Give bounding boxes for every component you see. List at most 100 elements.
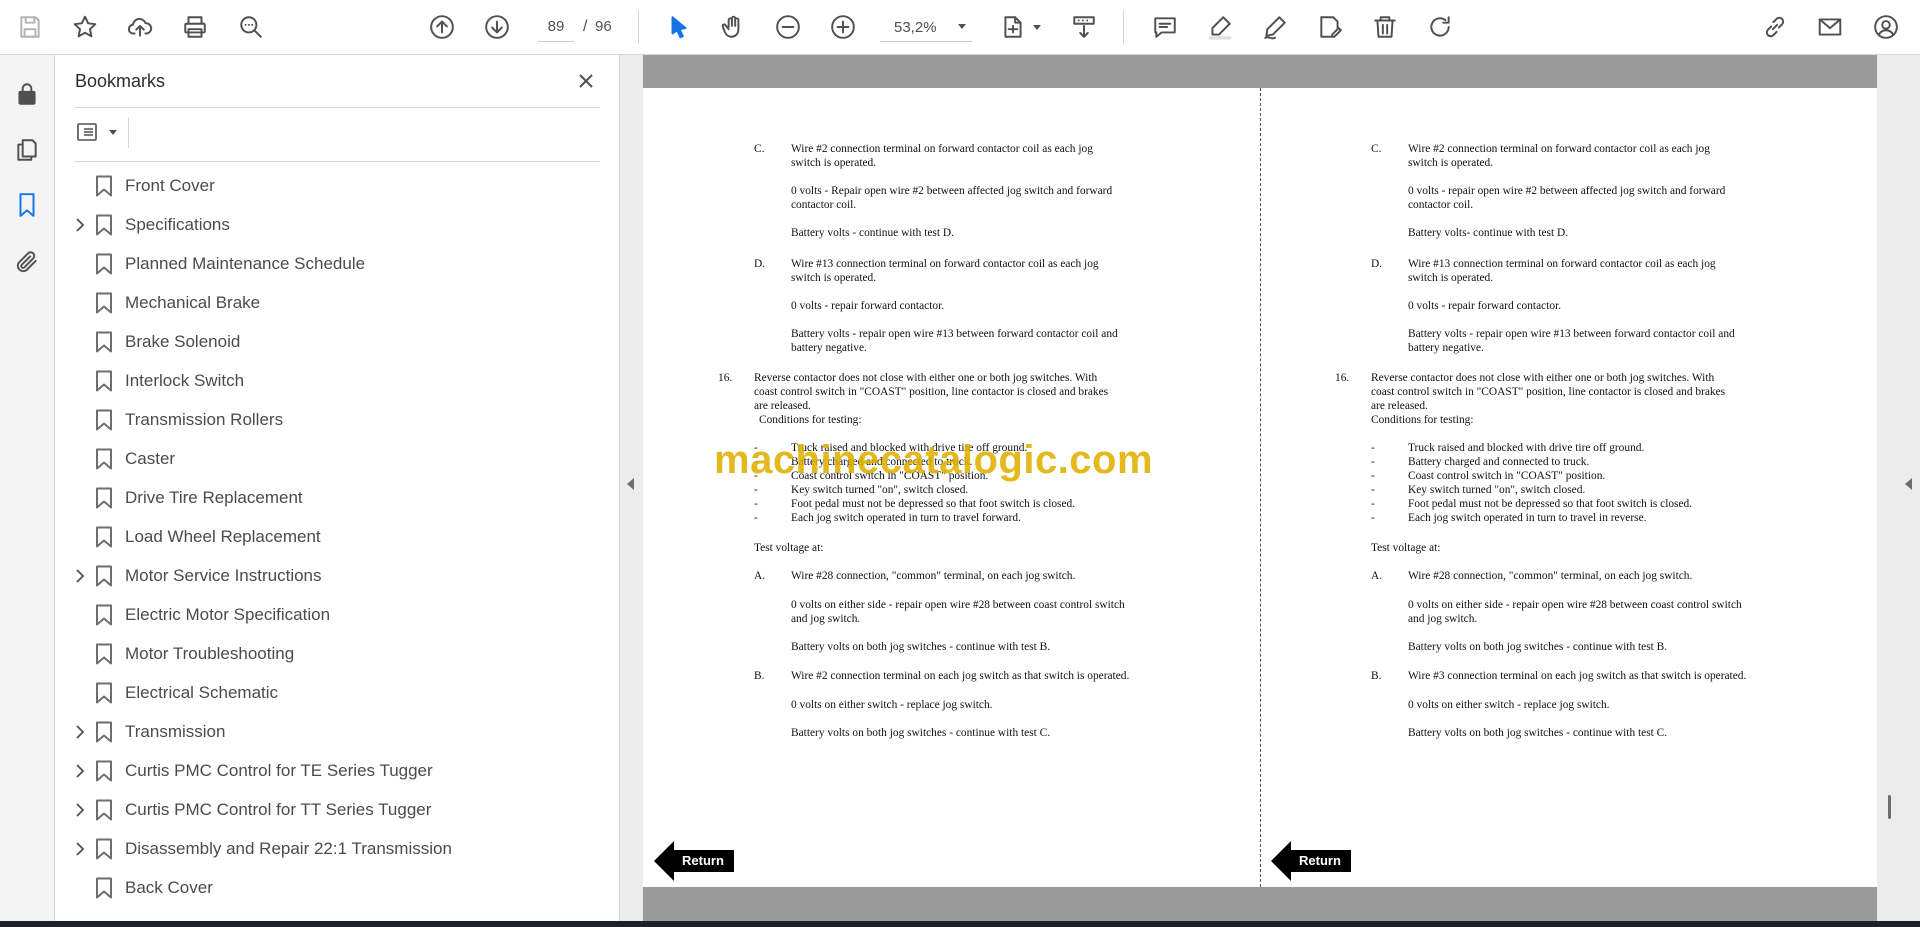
bookmark-label: Brake Solenoid <box>125 332 241 351</box>
condition-item: Coast control switch in "COAST" position… <box>1408 470 1606 482</box>
result-text: Battery volts on both jog switches - con… <box>791 727 1051 739</box>
page-number-input[interactable]: 89 <box>538 12 574 42</box>
bookmark-item[interactable]: Back Cover <box>55 869 620 908</box>
bookmark-icon <box>95 877 115 901</box>
chevron-right-icon[interactable] <box>72 217 88 233</box>
page-separator: / <box>583 18 588 35</box>
result-text: Battery volts - repair open wire #13 bet… <box>1408 328 1735 354</box>
collapse-panel-arrow-icon[interactable] <box>627 478 634 490</box>
rotate-icon[interactable] <box>1422 9 1458 45</box>
bookmark-item[interactable]: Mechanical Brake <box>55 284 620 323</box>
bullet-dash: - <box>754 470 758 482</box>
panel-divider <box>75 161 600 162</box>
bookmark-item[interactable]: Specifications <box>55 206 620 245</box>
return-button[interactable]: Return <box>1271 841 1353 881</box>
page-fit-icon[interactable] <box>995 9 1031 45</box>
chevron-right-icon[interactable] <box>72 763 88 779</box>
bookmark-options-button[interactable] <box>75 117 123 147</box>
email-icon[interactable] <box>1812 9 1848 45</box>
result-text: 0 volts on either side - repair open wir… <box>791 599 1125 625</box>
upload-cloud-icon[interactable] <box>122 9 158 45</box>
chevron-down-icon[interactable] <box>1033 25 1041 30</box>
draw-pen-icon[interactable] <box>1257 9 1293 45</box>
bookmark-item[interactable]: Electric Motor Specification <box>55 596 620 635</box>
select-cursor-icon[interactable] <box>661 9 697 45</box>
bookmark-list: Front Cover Specifications Planned Mainten… <box>55 167 620 908</box>
print-icon[interactable] <box>177 9 213 45</box>
result-text: 0 volts on either switch - replace jog s… <box>1408 699 1610 711</box>
bookmark-item[interactable]: Interlock Switch <box>55 362 620 401</box>
bookmark-item[interactable]: Motor Troubleshooting <box>55 635 620 674</box>
find-text-icon[interactable] <box>233 9 269 45</box>
bookmark-item[interactable]: Disassembly and Repair 22:1 Transmission <box>55 830 620 869</box>
return-button[interactable]: Return <box>654 841 736 881</box>
expand-right-panel-arrow-icon[interactable] <box>1905 478 1912 490</box>
bookmark-icon <box>95 643 115 667</box>
pdf-page-left: C. Wire #2 connection terminal on forwar… <box>643 88 1260 887</box>
previous-page-icon[interactable] <box>424 9 460 45</box>
bookmark-item[interactable]: Curtis PMC Control for TT Series Tugger <box>55 791 620 830</box>
delete-icon[interactable] <box>1367 9 1403 45</box>
chevron-right-icon[interactable] <box>72 841 88 857</box>
bookmark-label: Back Cover <box>125 878 213 897</box>
account-icon[interactable] <box>1868 9 1904 45</box>
bookmark-icon <box>95 448 115 472</box>
bookmark-item[interactable]: Electrical Schematic <box>55 674 620 713</box>
hand-tool-icon[interactable] <box>715 9 751 45</box>
bookmark-item[interactable]: Transmission <box>55 713 620 752</box>
item-letter: B. <box>754 670 765 682</box>
bookmark-item[interactable]: Load Wheel Replacement <box>55 518 620 557</box>
step-number: 16. <box>718 372 733 384</box>
scroll-mode-icon[interactable] <box>1066 9 1102 45</box>
chevron-right-icon[interactable] <box>72 802 88 818</box>
panel-divider <box>75 107 600 108</box>
bookmark-label: Front Cover <box>125 176 215 195</box>
fill-sign-icon[interactable] <box>1312 9 1348 45</box>
bookmark-label: Caster <box>125 449 176 468</box>
bookmarks-panel-icon[interactable] <box>10 188 44 222</box>
comment-icon[interactable] <box>1147 9 1183 45</box>
bullet-dash: - <box>754 512 758 524</box>
attachments-icon[interactable] <box>10 245 44 279</box>
bookmark-item[interactable]: Motor Service Instructions <box>55 557 620 596</box>
item-letter: C. <box>1371 143 1382 155</box>
result-text: 0 volts - repair forward contactor. <box>1408 300 1562 312</box>
result-text: 0 volts - Repair open wire #2 between af… <box>791 185 1113 211</box>
bookmark-item[interactable]: Caster <box>55 440 620 479</box>
bookmark-item[interactable]: Planned Maintenance Schedule <box>55 245 620 284</box>
bookmark-item[interactable]: Drive Tire Replacement <box>55 479 620 518</box>
item-letter: A. <box>1371 570 1383 582</box>
bookmark-label: Mechanical Brake <box>125 293 261 312</box>
bookmark-item[interactable]: Curtis PMC Control for TE Series Tugger <box>55 752 620 791</box>
chevron-right-icon[interactable] <box>72 724 88 740</box>
condition-item: Battery charged and connected to truck. <box>1408 456 1590 468</box>
bookmark-item[interactable]: Transmission Rollers <box>55 401 620 440</box>
bookmark-icon <box>95 409 115 433</box>
next-page-icon[interactable] <box>479 9 515 45</box>
zoom-select[interactable]: 53,2% <box>880 12 972 42</box>
toolbar-divider <box>638 10 639 44</box>
share-link-icon[interactable] <box>1757 9 1793 45</box>
condition-item: Each jog switch operated in turn to trav… <box>791 512 1021 524</box>
bullet-dash: - <box>1371 442 1375 454</box>
condition-item: Truck raised and blocked with drive tire… <box>1408 442 1645 454</box>
bookmark-item[interactable]: Front Cover <box>55 167 620 206</box>
bookmark-label: Planned Maintenance Schedule <box>125 254 366 273</box>
bookmark-label: Disassembly and Repair 22:1 Transmission <box>125 839 452 858</box>
page-thumbnails-icon[interactable] <box>10 133 44 167</box>
vertical-scrollbar-thumb[interactable] <box>1888 795 1891 819</box>
bookmark-star-icon[interactable] <box>67 9 103 45</box>
bullet-dash: - <box>754 498 758 510</box>
pdf-page-right: C. Wire #2 connection terminal on forwar… <box>1260 88 1877 887</box>
zoom-out-icon[interactable] <box>770 9 806 45</box>
highlight-icon[interactable] <box>1202 9 1238 45</box>
save-icon[interactable] <box>12 9 48 45</box>
zoom-in-icon[interactable] <box>825 9 861 45</box>
bookmark-item[interactable]: Brake Solenoid <box>55 323 620 362</box>
bookmark-icon <box>95 760 115 784</box>
test-text: Wire #3 connection terminal on each jog … <box>1408 670 1747 682</box>
item-letter: C. <box>754 143 765 155</box>
close-icon[interactable] <box>572 67 600 95</box>
lock-icon[interactable] <box>10 77 44 111</box>
chevron-right-icon[interactable] <box>72 568 88 584</box>
